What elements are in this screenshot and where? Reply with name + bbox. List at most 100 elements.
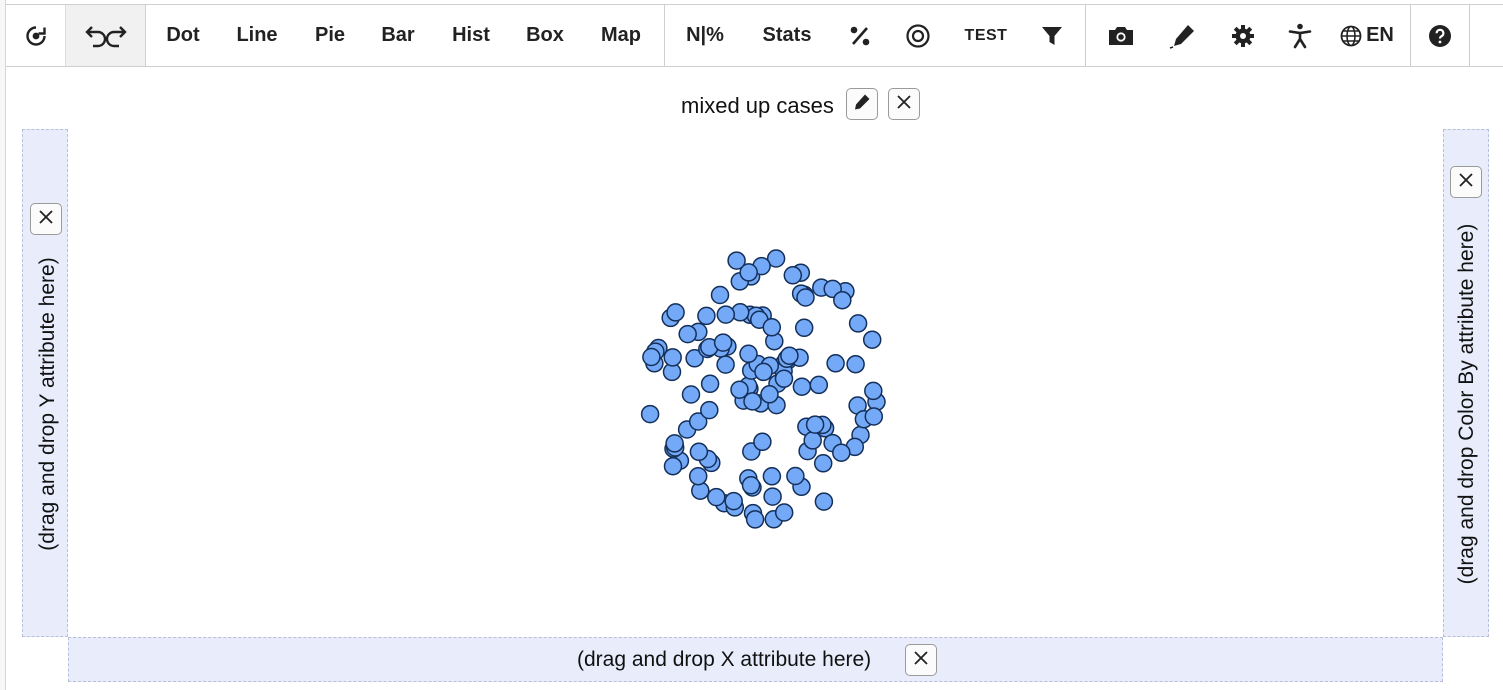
help-button[interactable] [1411,5,1469,66]
dot-plot-button[interactable]: Dot [150,5,216,66]
stats-button[interactable]: Stats [741,5,833,66]
y-axis-drop-zone[interactable]: (drag and drop Y attribute here) [22,129,68,637]
data-point[interactable] [813,454,833,473]
data-point[interactable] [864,407,884,426]
data-point[interactable] [700,374,720,394]
rerandomize-icon [24,24,48,48]
undo-redo-button[interactable] [65,5,145,66]
data-point[interactable] [642,347,661,367]
color-by-remove-button[interactable] [1450,166,1482,198]
filter-button[interactable] [1023,5,1081,66]
data-point[interactable] [697,306,716,326]
toolbar-group-help [1411,5,1470,66]
undo-redo-icon [82,23,130,49]
toolbar-group-tools: EN [1086,5,1411,66]
close-icon [896,94,912,115]
data-point[interactable] [774,503,794,522]
graph-title-row: mixed up cases [0,88,1503,122]
test-button[interactable]: TEST [949,5,1023,66]
data-point[interactable] [681,385,701,404]
map-button[interactable]: Map [582,5,660,66]
data-point[interactable] [665,434,684,453]
data-point[interactable] [762,318,782,337]
pen-button[interactable] [1152,5,1214,66]
close-title-button[interactable] [888,88,920,120]
data-point[interactable] [727,251,746,270]
camera-button[interactable] [1090,5,1152,66]
data-point[interactable] [753,432,772,452]
data-point[interactable] [833,290,852,310]
data-point[interactable] [666,303,685,322]
close-icon [1458,172,1474,193]
data-point[interactable] [846,354,865,374]
data-point[interactable] [762,467,782,486]
x-axis-drop-zone[interactable]: (drag and drop X attribute here) [68,637,1443,682]
data-point[interactable] [862,330,882,349]
rerandomize-button[interactable] [6,5,65,66]
plot-area[interactable] [68,129,1443,637]
accessibility-icon [1288,23,1312,49]
settings-button[interactable] [1214,5,1272,66]
y-axis-remove-button[interactable] [30,203,62,235]
target-button[interactable] [887,5,949,66]
data-point[interactable] [716,305,736,324]
bar-chart-button[interactable]: Bar [362,5,434,66]
data-point[interactable] [743,392,762,411]
data-point[interactable] [826,354,845,373]
x-axis-drop-label: (drag and drop X attribute here) [577,648,872,671]
data-point[interactable] [796,288,815,307]
data-point[interactable] [864,381,883,401]
percent-button[interactable] [833,5,887,66]
data-point[interactable] [710,285,730,305]
box-plot-button[interactable]: Box [508,5,582,66]
pencil-icon [853,93,871,116]
line-plot-button[interactable]: Line [216,5,298,66]
data-point[interactable] [716,355,735,374]
pen-icon [1168,23,1198,49]
language-button[interactable]: EN [1328,5,1406,66]
data-point[interactable] [713,333,733,352]
count-percent-toggle[interactable]: N|% [669,5,741,66]
scatter-plot [640,249,886,529]
data-point[interactable] [760,385,779,404]
data-point[interactable] [814,492,834,511]
toolbar-group-history [6,5,146,66]
y-axis-drop-label: (drag and drop Y attribute here) [36,257,59,551]
toolbar-group-graph-types: Dot Line Pie Bar Hist Box Map [146,5,665,66]
data-point[interactable] [780,346,799,365]
graph-title: mixed up cases [681,93,834,118]
pie-chart-button[interactable]: Pie [298,5,362,66]
color-by-drop-zone[interactable]: (drag and drop Color By attribute here) [1443,129,1489,637]
data-point[interactable] [678,324,697,344]
data-point[interactable] [700,400,719,420]
data-point[interactable] [689,442,709,462]
data-point[interactable] [832,443,851,462]
accessibility-button[interactable] [1272,5,1328,66]
language-label: EN [1366,24,1394,46]
edit-title-button[interactable] [846,88,878,120]
data-point[interactable] [794,318,814,338]
data-point[interactable] [763,487,782,506]
histogram-button[interactable]: Hist [434,5,508,66]
data-point[interactable] [809,375,829,395]
data-point[interactable] [805,415,825,434]
data-point[interactable] [783,266,803,285]
data-point[interactable] [792,377,812,396]
data-point[interactable] [640,404,660,424]
data-point[interactable] [754,362,773,382]
data-point[interactable] [774,369,794,388]
data-point[interactable] [663,456,683,476]
data-point[interactable] [739,344,758,364]
data-point[interactable] [803,431,822,450]
data-point[interactable] [707,487,726,507]
toolbar-group-analysis: N|% Stats TEST [665,5,1086,66]
x-axis-remove-button[interactable] [905,644,937,676]
data-point[interactable] [688,466,708,486]
data-point[interactable] [663,348,682,367]
data-point[interactable] [848,314,868,333]
data-point[interactable] [745,510,765,529]
data-point[interactable] [724,491,743,511]
data-point[interactable] [786,466,805,486]
close-icon [38,209,54,230]
data-point[interactable] [741,476,761,495]
